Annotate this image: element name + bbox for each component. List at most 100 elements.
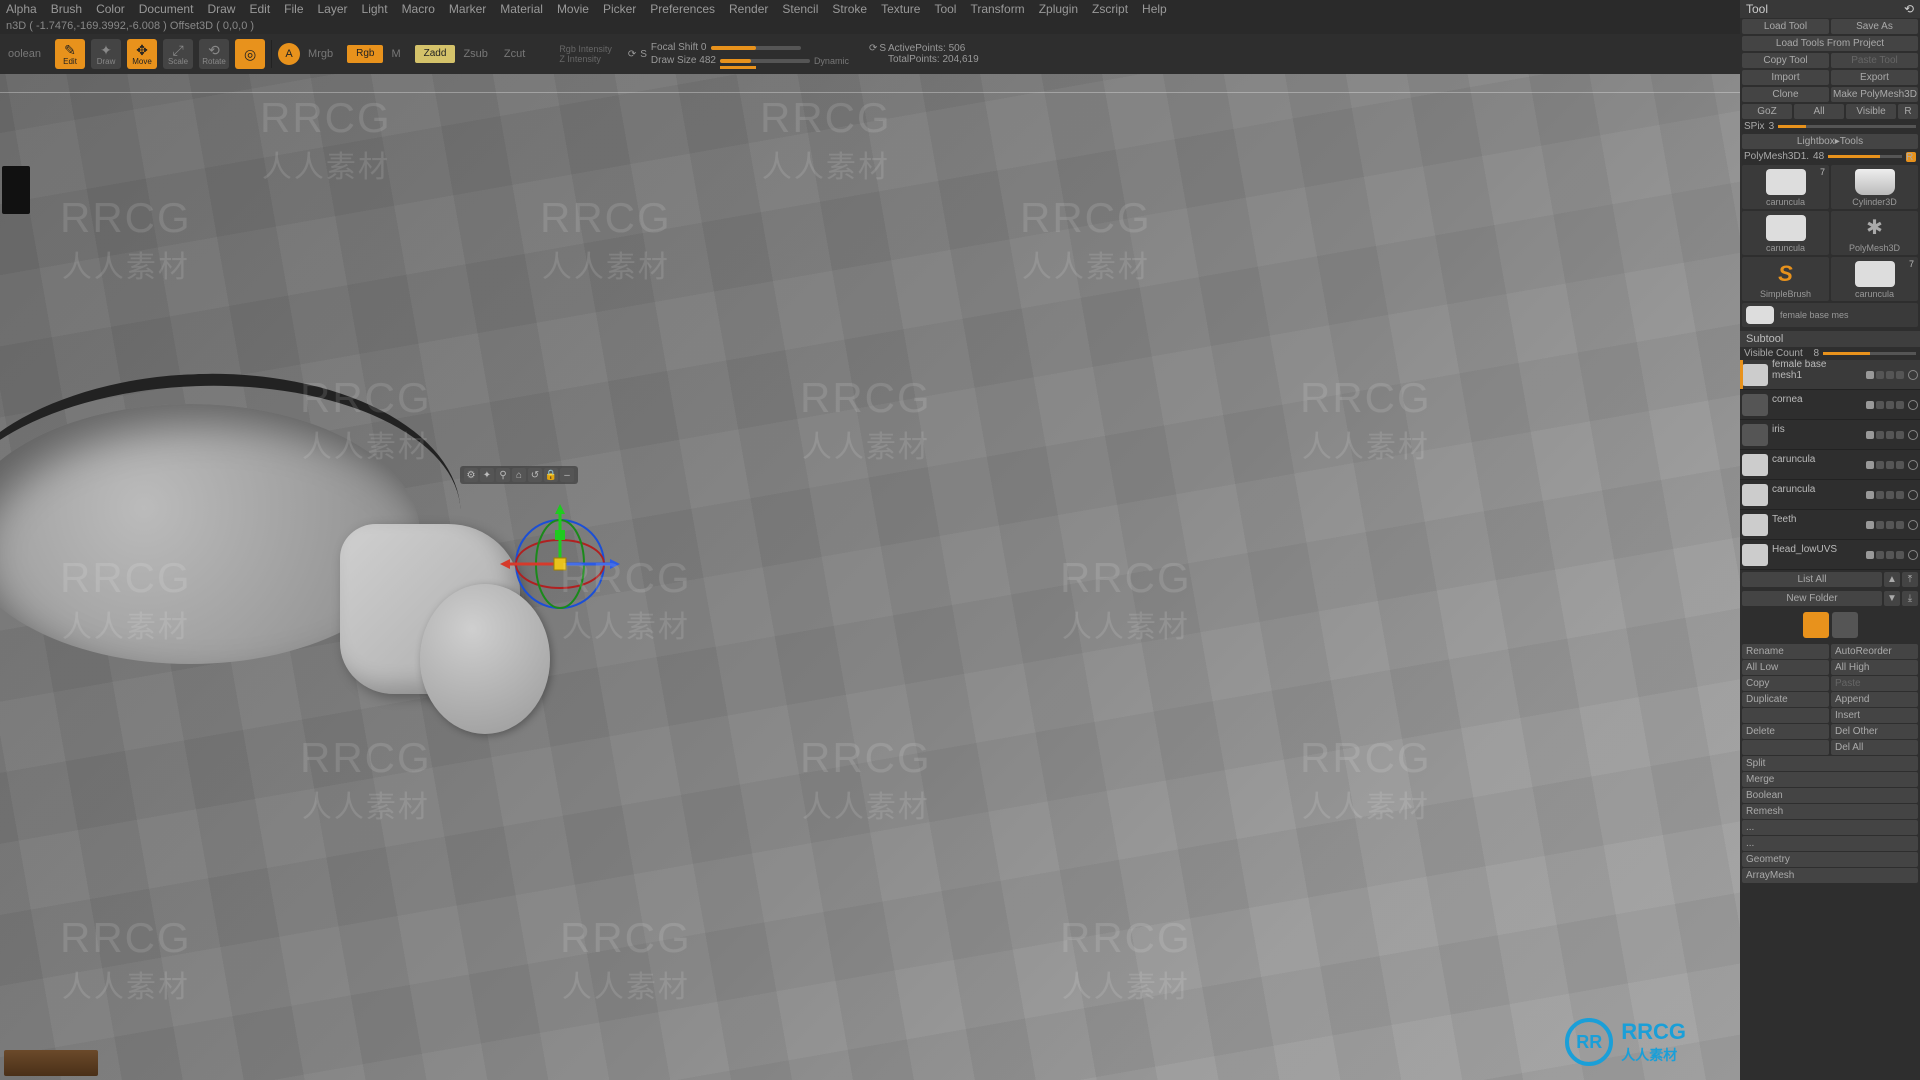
- tool-wide[interactable]: female base mes: [1742, 303, 1918, 327]
- menu-preferences[interactable]: Preferences: [650, 2, 715, 16]
- copy-tool-button[interactable]: Copy Tool: [1742, 53, 1829, 68]
- viewport[interactable]: ⚙ ✦ ⚲ ⌂ ↺ 🔒 –: [0, 74, 1886, 1080]
- op-delete[interactable]: Delete: [1742, 724, 1829, 739]
- menu-file[interactable]: File: [284, 2, 303, 16]
- gear-icon[interactable]: ⚙: [464, 468, 478, 482]
- tool-PolyMesh3D[interactable]: ✱PolyMesh3D: [1831, 211, 1918, 255]
- op-all-low[interactable]: All Low: [1742, 660, 1829, 675]
- menu-alpha[interactable]: Alpha: [6, 2, 37, 16]
- tool-caruncula[interactable]: caruncula: [1742, 211, 1829, 255]
- menu-macro[interactable]: Macro: [402, 2, 435, 16]
- swatch-orange[interactable]: [1803, 612, 1829, 638]
- subtool-female-base-mesh1[interactable]: female base mesh1: [1740, 360, 1920, 390]
- menu-zplugin[interactable]: Zplugin: [1039, 2, 1078, 16]
- pin-icon[interactable]: ⚲: [496, 468, 510, 482]
- subtool-cornea[interactable]: cornea: [1740, 390, 1920, 420]
- menu-texture[interactable]: Texture: [881, 2, 920, 16]
- tool-caruncula[interactable]: caruncula7: [1742, 165, 1829, 209]
- zsub-toggle[interactable]: Zsub: [463, 48, 487, 60]
- arrow-bottom-icon[interactable]: ⤓: [1902, 591, 1918, 606]
- menu-draw[interactable]: Draw: [207, 2, 235, 16]
- visibility-icon[interactable]: [1908, 520, 1918, 530]
- tool-SimpleBrush[interactable]: SSimpleBrush: [1742, 257, 1829, 301]
- menu-stroke[interactable]: Stroke: [832, 2, 867, 16]
- op-split[interactable]: Split: [1742, 756, 1918, 771]
- tool-Cylinder3D[interactable]: Cylinder3D: [1831, 165, 1918, 209]
- op-paste[interactable]: Paste: [1831, 676, 1918, 691]
- menu-render[interactable]: Render: [729, 2, 768, 16]
- op-append[interactable]: Append: [1831, 692, 1918, 707]
- move-button[interactable]: ✥Move: [127, 39, 157, 69]
- undo-icon[interactable]: ↺: [528, 468, 542, 482]
- op-remesh[interactable]: Remesh: [1742, 804, 1918, 819]
- material-preview[interactable]: [4, 1050, 98, 1076]
- lock-icon[interactable]: 🔒: [544, 468, 558, 482]
- visibility-icon[interactable]: [1908, 430, 1918, 440]
- op-...[interactable]: ...: [1742, 820, 1918, 835]
- menu-layer[interactable]: Layer: [318, 2, 348, 16]
- menu-zscript[interactable]: Zscript: [1092, 2, 1128, 16]
- subtool-iris[interactable]: iris: [1740, 420, 1920, 450]
- make-polymesh-button[interactable]: Make PolyMesh3D: [1831, 87, 1918, 102]
- op-arraymesh[interactable]: ArrayMesh: [1742, 868, 1918, 883]
- op-all-high[interactable]: All High: [1831, 660, 1918, 675]
- op-insert[interactable]: Insert: [1831, 708, 1918, 723]
- clone-button[interactable]: Clone: [1742, 87, 1829, 102]
- menu-material[interactable]: Material: [500, 2, 543, 16]
- mrgb-toggle[interactable]: Mrgb: [308, 48, 333, 60]
- gizmo-toolbar[interactable]: ⚙ ✦ ⚲ ⌂ ↺ 🔒 –: [460, 466, 578, 484]
- op-autoreorder[interactable]: AutoReorder: [1831, 644, 1918, 659]
- brush-icon[interactable]: ✦: [480, 468, 494, 482]
- focal-shift-slider[interactable]: [711, 46, 801, 50]
- menu-edit[interactable]: Edit: [249, 2, 270, 16]
- menu-light[interactable]: Light: [362, 2, 388, 16]
- import-button[interactable]: Import: [1742, 70, 1829, 85]
- op-merge[interactable]: Merge: [1742, 772, 1918, 787]
- arrow-down-icon[interactable]: ▼: [1884, 591, 1900, 606]
- menu-document[interactable]: Document: [139, 2, 194, 16]
- save-as-button[interactable]: Save As: [1831, 19, 1918, 34]
- zcut-toggle[interactable]: Zcut: [504, 48, 525, 60]
- tool-panel-title[interactable]: Tool⟲: [1740, 0, 1920, 18]
- dynamic-label[interactable]: Dynamic: [814, 56, 849, 66]
- thumbnail-preview[interactable]: [2, 166, 30, 214]
- draw-button[interactable]: ✦Draw: [91, 39, 121, 69]
- export-button[interactable]: Export: [1831, 70, 1918, 85]
- polymesh-slider[interactable]: PolyMesh3D1.48R: [1740, 150, 1920, 163]
- paste-tool-button[interactable]: Paste Tool: [1831, 53, 1918, 68]
- m-toggle[interactable]: M: [391, 48, 400, 60]
- subtool-Head_lowUVS[interactable]: Head_lowUVS: [1740, 540, 1920, 570]
- rgb-toggle[interactable]: Rgb: [347, 45, 383, 63]
- arrow-up-icon[interactable]: ▲: [1884, 572, 1900, 587]
- menu-picker[interactable]: Picker: [603, 2, 636, 16]
- op-del-all[interactable]: Del All: [1831, 740, 1918, 755]
- draw-size-slider[interactable]: [720, 59, 810, 63]
- rotate-button[interactable]: ⟲Rotate: [199, 39, 229, 69]
- scale-button[interactable]: ⤢Scale: [163, 39, 193, 69]
- edit-button[interactable]: ✎Edit: [55, 39, 85, 69]
- restore-icon[interactable]: ⟲: [1904, 2, 1914, 16]
- op-del-other[interactable]: Del Other: [1831, 724, 1918, 739]
- load-tool-button[interactable]: Load Tool: [1742, 19, 1829, 34]
- goz-visible-button[interactable]: Visible: [1846, 104, 1896, 119]
- op-copy[interactable]: Copy: [1742, 676, 1829, 691]
- subtool-caruncula[interactable]: caruncula: [1740, 480, 1920, 510]
- goz-all-button[interactable]: All: [1794, 104, 1844, 119]
- zadd-toggle[interactable]: Zadd: [415, 45, 456, 63]
- subtool-caruncula[interactable]: caruncula: [1740, 450, 1920, 480]
- visibility-icon[interactable]: [1908, 460, 1918, 470]
- visibility-icon[interactable]: [1908, 550, 1918, 560]
- new-folder-button[interactable]: New Folder: [1742, 591, 1882, 606]
- refresh-icon[interactable]: ⟳: [628, 49, 636, 60]
- home-icon[interactable]: ⌂: [512, 468, 526, 482]
- op-geometry[interactable]: Geometry: [1742, 852, 1918, 867]
- gizmo-button[interactable]: ◎: [235, 39, 265, 69]
- arrow-top-icon[interactable]: ⤒: [1902, 572, 1918, 587]
- lightbox-button[interactable]: Lightbox▸Tools: [1742, 134, 1918, 149]
- load-from-project-button[interactable]: Load Tools From Project: [1742, 36, 1918, 51]
- menu-tool[interactable]: Tool: [934, 2, 956, 16]
- op-duplicate[interactable]: Duplicate: [1742, 692, 1829, 707]
- refresh2-icon[interactable]: ⟳: [869, 43, 877, 65]
- subtool-Teeth[interactable]: Teeth: [1740, 510, 1920, 540]
- goz-r-button[interactable]: R: [1898, 104, 1918, 119]
